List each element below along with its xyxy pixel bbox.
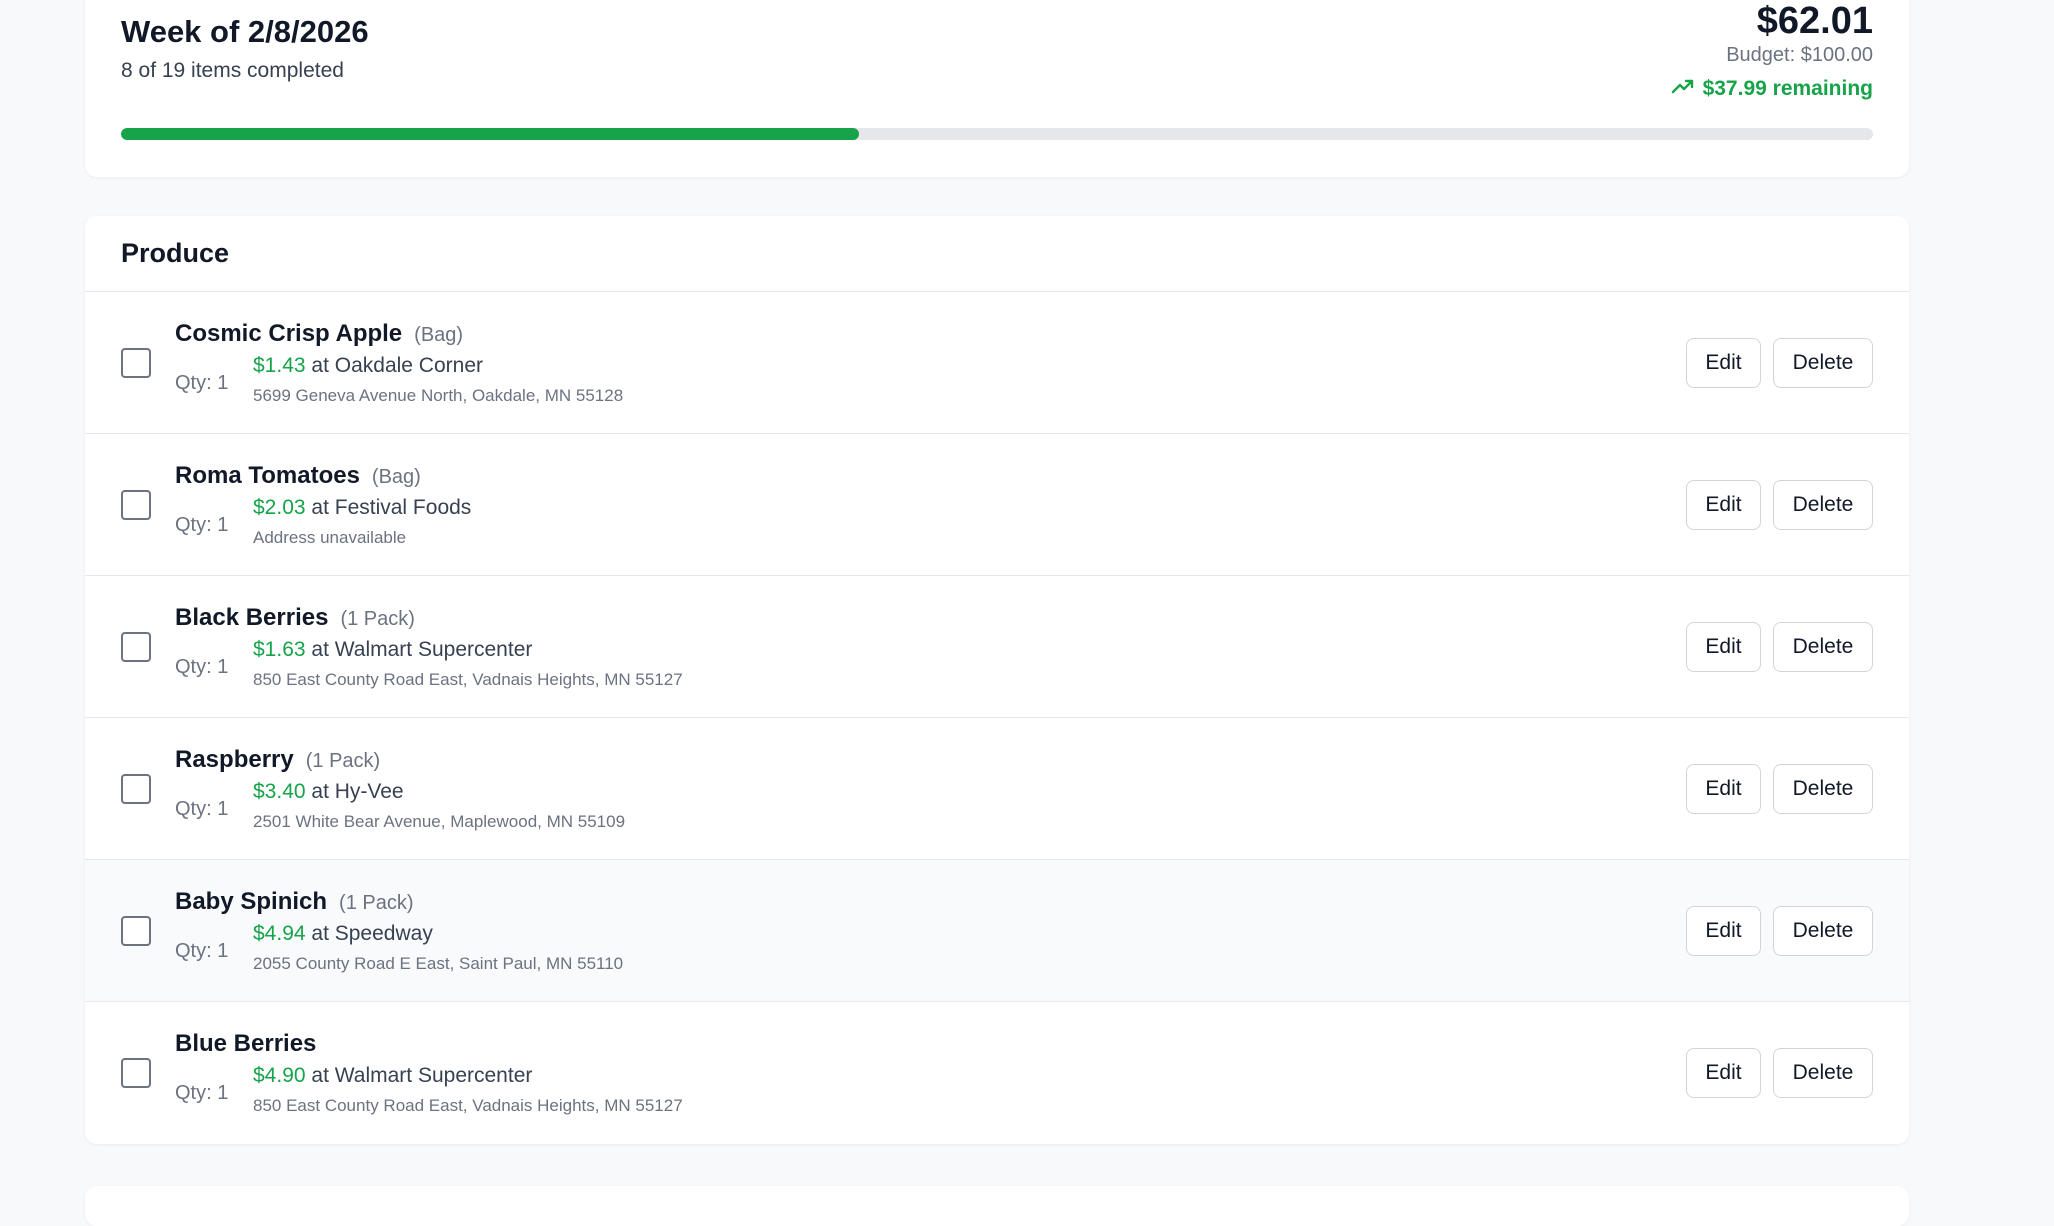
delete-button[interactable]: Delete xyxy=(1773,338,1873,388)
edit-button[interactable]: Edit xyxy=(1686,338,1761,388)
item-price: $4.94 xyxy=(253,922,306,945)
item-qty: Qty: 1 xyxy=(175,1082,229,1104)
remaining-text: $37.99 remaining xyxy=(1702,77,1873,100)
item-price: $2.03 xyxy=(253,496,306,519)
list-item: Roma Tomatoes (Bag) Qty: 1 $2.03 at Fest… xyxy=(85,434,1909,576)
item-store: at Speedway xyxy=(305,922,433,945)
week-title: Week of 2/8/2026 xyxy=(121,14,369,49)
item-store: at Hy-Vee xyxy=(305,780,404,803)
trending-up-icon xyxy=(1671,77,1695,101)
edit-button[interactable]: Edit xyxy=(1686,622,1761,672)
item-name: Baby Spinich xyxy=(175,888,328,915)
item-name: Blue Berries xyxy=(175,1030,317,1057)
week-summary-card: Week of 2/8/2026 8 of 19 items completed… xyxy=(85,0,1909,177)
edit-button[interactable]: Edit xyxy=(1686,906,1761,956)
item-store: at Festival Foods xyxy=(305,496,472,519)
item-checkbox[interactable] xyxy=(121,1058,151,1088)
progress-bar xyxy=(121,128,1873,140)
item-store: at Walmart Supercenter xyxy=(305,638,533,661)
edit-button[interactable]: Edit xyxy=(1686,764,1761,814)
item-store: at Oakdale Corner xyxy=(305,354,483,377)
list-item: Blue Berries Qty: 1 $4.90 at Walmart Sup… xyxy=(85,1002,1909,1144)
list-item: Raspberry (1 Pack) Qty: 1 $3.40 at Hy-Ve… xyxy=(85,718,1909,860)
item-address: 850 East County Road East, Vadnais Heigh… xyxy=(253,1096,683,1115)
delete-button[interactable]: Delete xyxy=(1773,906,1873,956)
item-address: 5699 Geneva Avenue North, Oakdale, MN 55… xyxy=(253,386,624,405)
edit-button[interactable]: Edit xyxy=(1686,480,1761,530)
item-checkbox[interactable] xyxy=(121,632,151,662)
item-qty: Qty: 1 xyxy=(175,656,229,678)
budget-text: Budget: $100.00 xyxy=(1726,44,1873,66)
items-completed-text: 8 of 19 items completed xyxy=(121,59,344,82)
list-item: Black Berries (1 Pack) Qty: 1 $1.63 at W… xyxy=(85,576,1909,718)
item-qty: Qty: 1 xyxy=(175,940,229,962)
item-name: Raspberry xyxy=(175,746,294,773)
item-address: 2501 White Bear Avenue, Maplewood, MN 55… xyxy=(253,812,626,831)
delete-button[interactable]: Delete xyxy=(1773,480,1873,530)
item-address: 850 East County Road East, Vadnais Heigh… xyxy=(253,670,683,689)
item-price-line: $4.90 at Walmart Supercenter xyxy=(253,1064,532,1088)
delete-button[interactable]: Delete xyxy=(1773,764,1873,814)
item-checkbox[interactable] xyxy=(121,490,151,520)
item-unit: (1 Pack) xyxy=(305,750,381,772)
item-price-line: $4.94 at Speedway xyxy=(253,922,433,946)
item-price: $1.43 xyxy=(253,354,306,377)
item-name: Cosmic Crisp Apple xyxy=(175,320,403,347)
item-qty: Qty: 1 xyxy=(175,514,229,536)
item-checkbox[interactable] xyxy=(121,774,151,804)
item-checkbox[interactable] xyxy=(121,916,151,946)
list-item: Baby Spinich (1 Pack) Qty: 1 $4.94 at Sp… xyxy=(85,860,1909,1002)
section-title: Produce xyxy=(121,238,230,268)
item-checkbox[interactable] xyxy=(121,348,151,378)
item-price-line: $2.03 at Festival Foods xyxy=(253,496,471,520)
item-price-line: $1.63 at Walmart Supercenter xyxy=(253,638,532,662)
next-section-card xyxy=(85,1186,1909,1226)
item-unit: (Bag) xyxy=(414,324,464,346)
item-price: $4.90 xyxy=(253,1064,306,1087)
delete-button[interactable]: Delete xyxy=(1773,622,1873,672)
item-qty: Qty: 1 xyxy=(175,798,229,820)
item-unit: (1 Pack) xyxy=(340,608,415,630)
list-item: Cosmic Crisp Apple (Bag) Qty: 1 $1.43 at… xyxy=(85,292,1909,434)
item-price: $3.40 xyxy=(253,780,306,803)
item-name: Roma Tomatoes xyxy=(175,462,360,489)
item-unit: (1 Pack) xyxy=(339,892,414,914)
item-price-line: $1.43 at Oakdale Corner xyxy=(253,354,483,378)
total-spent: $62.01 xyxy=(1756,0,1873,42)
item-address: Address unavailable xyxy=(253,528,407,547)
remaining-budget: $37.99 remaining xyxy=(1671,77,1873,101)
item-store: at Walmart Supercenter xyxy=(305,1064,533,1087)
item-qty: Qty: 1 xyxy=(175,372,229,394)
produce-section: Produce Cosmic Crisp Apple (Bag) Qty: 1 … xyxy=(85,216,1909,1144)
progress-bar-fill xyxy=(121,128,859,140)
item-address: 2055 County Road E East, Saint Paul, MN … xyxy=(253,954,624,973)
delete-button[interactable]: Delete xyxy=(1773,1048,1873,1098)
item-price-line: $3.40 at Hy-Vee xyxy=(253,780,404,804)
edit-button[interactable]: Edit xyxy=(1686,1048,1761,1098)
section-header: Produce xyxy=(85,216,1909,292)
item-unit: (Bag) xyxy=(371,466,421,488)
item-name: Black Berries xyxy=(175,604,329,631)
item-price: $1.63 xyxy=(253,638,306,661)
